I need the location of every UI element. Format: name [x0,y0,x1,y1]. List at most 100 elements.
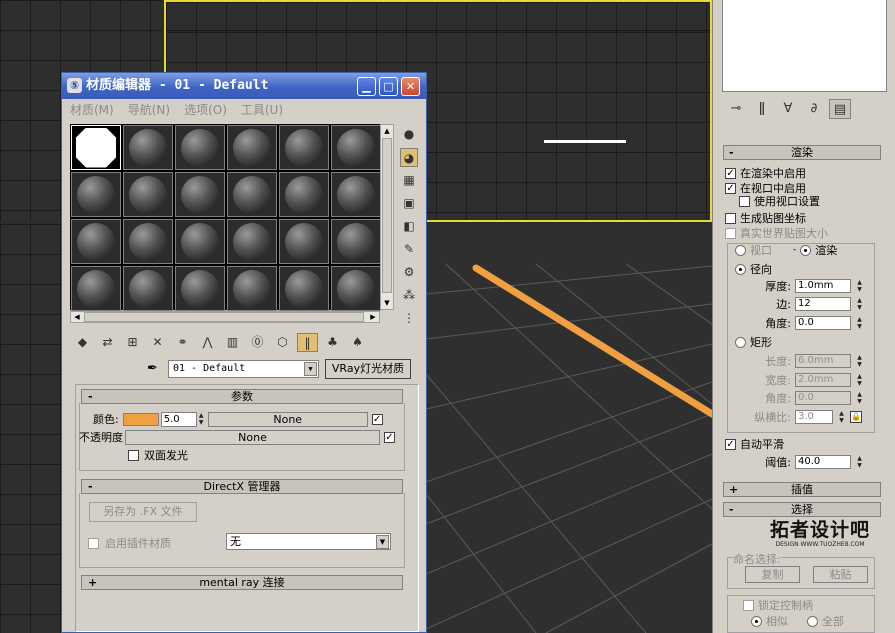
close-button[interactable]: ✕ [401,77,420,96]
sample-slot[interactable] [331,125,381,170]
sample-slot[interactable] [227,172,277,217]
material-name-dropdown[interactable]: 01 - Default ▼ [168,360,319,378]
go-to-parent-icon[interactable]: ♣ [322,333,343,352]
material-navigator-icon[interactable]: ⋮ [400,309,418,328]
color-multiplier-field[interactable]: 5.0 [160,411,197,427]
sample-slot[interactable] [123,172,173,217]
enable-plugin-checkbox[interactable]: 启用插件材质 [88,535,171,551]
menu-options[interactable]: 选项(O) [184,100,227,120]
sample-slot[interactable] [331,266,381,311]
auto-smooth-checkbox[interactable]: ✓ 自动平滑 [725,436,784,452]
sample-slot[interactable] [279,125,329,170]
threshold-spinner[interactable]: 阈值: 40.0 ▲ ▼ [759,454,864,470]
lock-aspect-icon[interactable]: 🔒 [850,411,862,423]
assign-to-selection-icon[interactable]: ⊞ [122,333,143,352]
sample-slot[interactable] [175,125,225,170]
double-sided-checkbox[interactable]: 双面发光 [128,447,188,463]
color-multiplier-spinner[interactable]: ▲ ▼ [197,412,206,426]
material-type-button[interactable]: VRay灯光材质 [325,359,411,379]
rollout-selection[interactable]: - 选择 [723,502,881,517]
color-swatch[interactable] [122,412,159,426]
width-spinner[interactable]: 宽度: 2.0mm ▲ ▼ [759,372,864,388]
plugin-material-dropdown[interactable]: 无 ▼ [226,533,391,550]
sample-slot[interactable] [331,172,381,217]
rectangular-radio[interactable]: 矩形 [735,334,772,350]
maximize-button[interactable]: □ [379,77,398,96]
sample-slot[interactable] [71,219,121,264]
sample-slot[interactable] [175,266,225,311]
rollout-mental-ray[interactable]: + mental ray 连接 [81,575,403,590]
viewport-radio[interactable]: 视口 [735,242,772,258]
sample-slot[interactable] [227,266,277,311]
sample-slot[interactable] [227,125,277,170]
sample-slot[interactable] [175,172,225,217]
opacity-map-button[interactable]: None [125,429,380,445]
render-radio[interactable]: - 渲染 [793,242,837,258]
show-end-result-icon[interactable]: ǁ [751,99,773,119]
copy-button[interactable]: 复制 [745,566,800,583]
thickness-spinner[interactable]: 厚度: 1.0mm ▲ ▼ [759,278,864,294]
lock-handles-checkbox[interactable]: 锁定控制柄 [743,597,813,613]
sample-slot[interactable] [123,125,173,170]
options-icon[interactable]: ⚙ [400,263,418,282]
sides-spinner[interactable]: 边: 12 ▲ ▼ [759,296,864,312]
go-forward-sibling-icon[interactable]: ♠ [347,333,368,352]
rollout-render[interactable]: - 渲染 [723,145,881,160]
sample-slot[interactable] [71,266,121,311]
get-material-icon[interactable]: ◆ [72,333,93,352]
aspect-spinner[interactable]: 纵横比: 3.0 ▲ ▼ 🔒 [753,409,862,425]
enable-in-render-checkbox[interactable]: ✓ 在渲染中启用 [725,165,806,181]
sample-horizontal-scrollbar[interactable]: ◀ ▶ [70,311,380,323]
show-end-result-icon[interactable]: ‖ [297,333,318,352]
put-to-library-icon[interactable]: ▥ [222,333,243,352]
real-world-map-size-checkbox[interactable]: 真实世界贴图大小 [725,225,828,241]
configure-modifier-sets-icon[interactable]: ▤ [829,99,851,119]
make-unique-icon[interactable]: ⋀ [197,333,218,352]
backlight-icon[interactable]: ◕ [400,148,418,167]
opacity-map-checkbox[interactable]: ✓ [384,431,395,443]
menu-material[interactable]: 材质(M) [70,100,114,120]
sample-slot[interactable] [279,172,329,217]
sample-slot[interactable] [279,219,329,264]
rollout-interpolation[interactable]: + 插值 [723,482,881,497]
gen-mapping-coords-checkbox[interactable]: 生成贴图坐标 [725,210,806,226]
material-id-icon[interactable]: ⓪ [247,333,268,352]
sample-slot[interactable] [175,219,225,264]
menu-navigation[interactable]: 导航(N) [128,100,170,120]
reset-map-icon[interactable]: ✕ [147,333,168,352]
sample-slot[interactable] [123,266,173,311]
pin-stack-icon[interactable]: ⊸ [725,99,747,119]
menu-tools[interactable]: 工具(U) [241,100,283,120]
put-to-scene-icon[interactable]: ⇄ [97,333,118,352]
radial-radio[interactable]: 径向 [735,261,772,277]
sample-slot[interactable] [331,219,381,264]
color-map-checkbox[interactable]: ✓ [371,413,383,425]
color-map-button[interactable]: None [207,411,368,427]
video-color-check-icon[interactable]: ◧ [400,217,418,236]
length-spinner[interactable]: 长度: 6.0mm ▲ ▼ [759,353,864,369]
make-preview-icon[interactable]: ✎ [400,240,418,259]
sample-slot[interactable] [71,125,121,170]
sample-vertical-scrollbar[interactable]: ▲ ▼ [380,124,394,310]
make-copy-icon[interactable]: ⚭ [172,333,193,352]
alike-radio[interactable]: 相似 [751,613,788,629]
material-editor-titlebar[interactable]: ⑤ 材质编辑器 - 01 - Default ▁ □ ✕ [62,73,426,99]
select-by-material-icon[interactable]: ⁂ [400,286,418,305]
background-icon[interactable]: ▦ [400,171,418,190]
show-map-icon[interactable]: ⬡ [272,333,293,352]
angle-spinner[interactable]: 角度: 0.0 ▲ ▼ [759,315,864,331]
remove-modifier-icon[interactable]: ∂ [803,99,825,119]
sample-slot[interactable] [71,172,121,217]
all-radio[interactable]: 全部 [807,613,844,629]
sample-type-icon[interactable]: ● [400,125,418,144]
sample-slot[interactable] [279,266,329,311]
angle2-spinner[interactable]: 角度: 0.0 ▲ ▼ [759,390,864,406]
sample-slot[interactable] [123,219,173,264]
make-unique-icon[interactable]: ∀ [777,99,799,119]
pick-material-icon[interactable]: ✒ [147,361,158,376]
viewport-perspective[interactable] [426,224,712,633]
sample-slot[interactable] [227,219,277,264]
use-viewport-settings-checkbox[interactable]: 使用视口设置 [739,193,820,209]
minimize-button[interactable]: ▁ [357,77,376,96]
save-fx-button[interactable]: 另存为 .FX 文件 [89,502,197,522]
